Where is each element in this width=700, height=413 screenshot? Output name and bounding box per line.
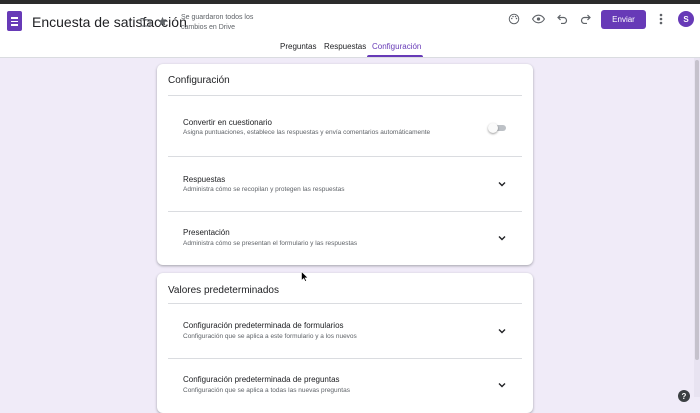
- quiz-setting-subtitle: Asigna puntuaciones, establece las respu…: [183, 129, 431, 136]
- chevron-down-icon[interactable]: [498, 234, 506, 242]
- quiz-setting-title[interactable]: Convertir en cuestionario: [183, 118, 272, 127]
- undo-icon[interactable]: [555, 12, 569, 26]
- presentation-setting-subtitle: Administra cómo se presentan el formular…: [183, 240, 358, 247]
- send-button[interactable]: Enviar: [601, 10, 646, 29]
- chevron-down-icon[interactable]: [498, 327, 506, 335]
- more-vert-icon[interactable]: [655, 12, 667, 26]
- save-status-text: Se guardaron todos los cambios en Drive: [181, 14, 254, 31]
- defaults-card-title: Valores predeterminados: [168, 285, 279, 296]
- star-icon[interactable]: [156, 15, 169, 28]
- mouse-cursor-icon: [301, 271, 309, 282]
- divider: [168, 358, 522, 359]
- tab-bar: Preguntas Respuestas Configuración: [0, 38, 700, 58]
- settings-card-title: Configuración: [168, 75, 230, 86]
- help-button[interactable]: ?: [678, 390, 690, 402]
- responses-setting-title[interactable]: Respuestas: [183, 175, 225, 184]
- chevron-down-icon[interactable]: [498, 180, 506, 188]
- presentation-setting-title[interactable]: Presentación: [183, 228, 230, 237]
- divider: [168, 303, 522, 304]
- form-defaults-subtitle: Configuración que se aplica a este formu…: [183, 333, 357, 340]
- divider: [168, 95, 522, 96]
- avatar[interactable]: S: [678, 11, 694, 27]
- settings-card: Configuración Convertir en cuestionario …: [157, 64, 533, 265]
- forms-logo-icon[interactable]: [7, 11, 22, 31]
- divider: [168, 156, 522, 157]
- tab-responses[interactable]: Respuestas: [324, 42, 366, 51]
- quiz-toggle[interactable]: [488, 122, 508, 134]
- folder-icon[interactable]: [139, 16, 151, 28]
- active-tab-indicator: [367, 55, 423, 57]
- responses-setting-subtitle: Administra cómo se recopilan y protegen …: [183, 186, 345, 193]
- chevron-down-icon[interactable]: [498, 381, 506, 389]
- question-defaults-subtitle: Configuración que se aplica a todas las …: [183, 387, 350, 394]
- redo-icon[interactable]: [578, 12, 592, 26]
- divider: [168, 211, 522, 212]
- tab-questions[interactable]: Preguntas: [280, 42, 316, 51]
- defaults-card: Valores predeterminados Configuración pr…: [157, 273, 533, 413]
- scrollbar-thumb[interactable]: [695, 60, 699, 360]
- preview-eye-icon[interactable]: [531, 12, 545, 26]
- form-defaults-title[interactable]: Configuración predeterminada de formular…: [183, 321, 344, 330]
- tab-settings[interactable]: Configuración: [372, 42, 421, 51]
- question-defaults-title[interactable]: Configuración predeterminada de pregunta…: [183, 375, 340, 384]
- palette-icon[interactable]: [507, 12, 521, 26]
